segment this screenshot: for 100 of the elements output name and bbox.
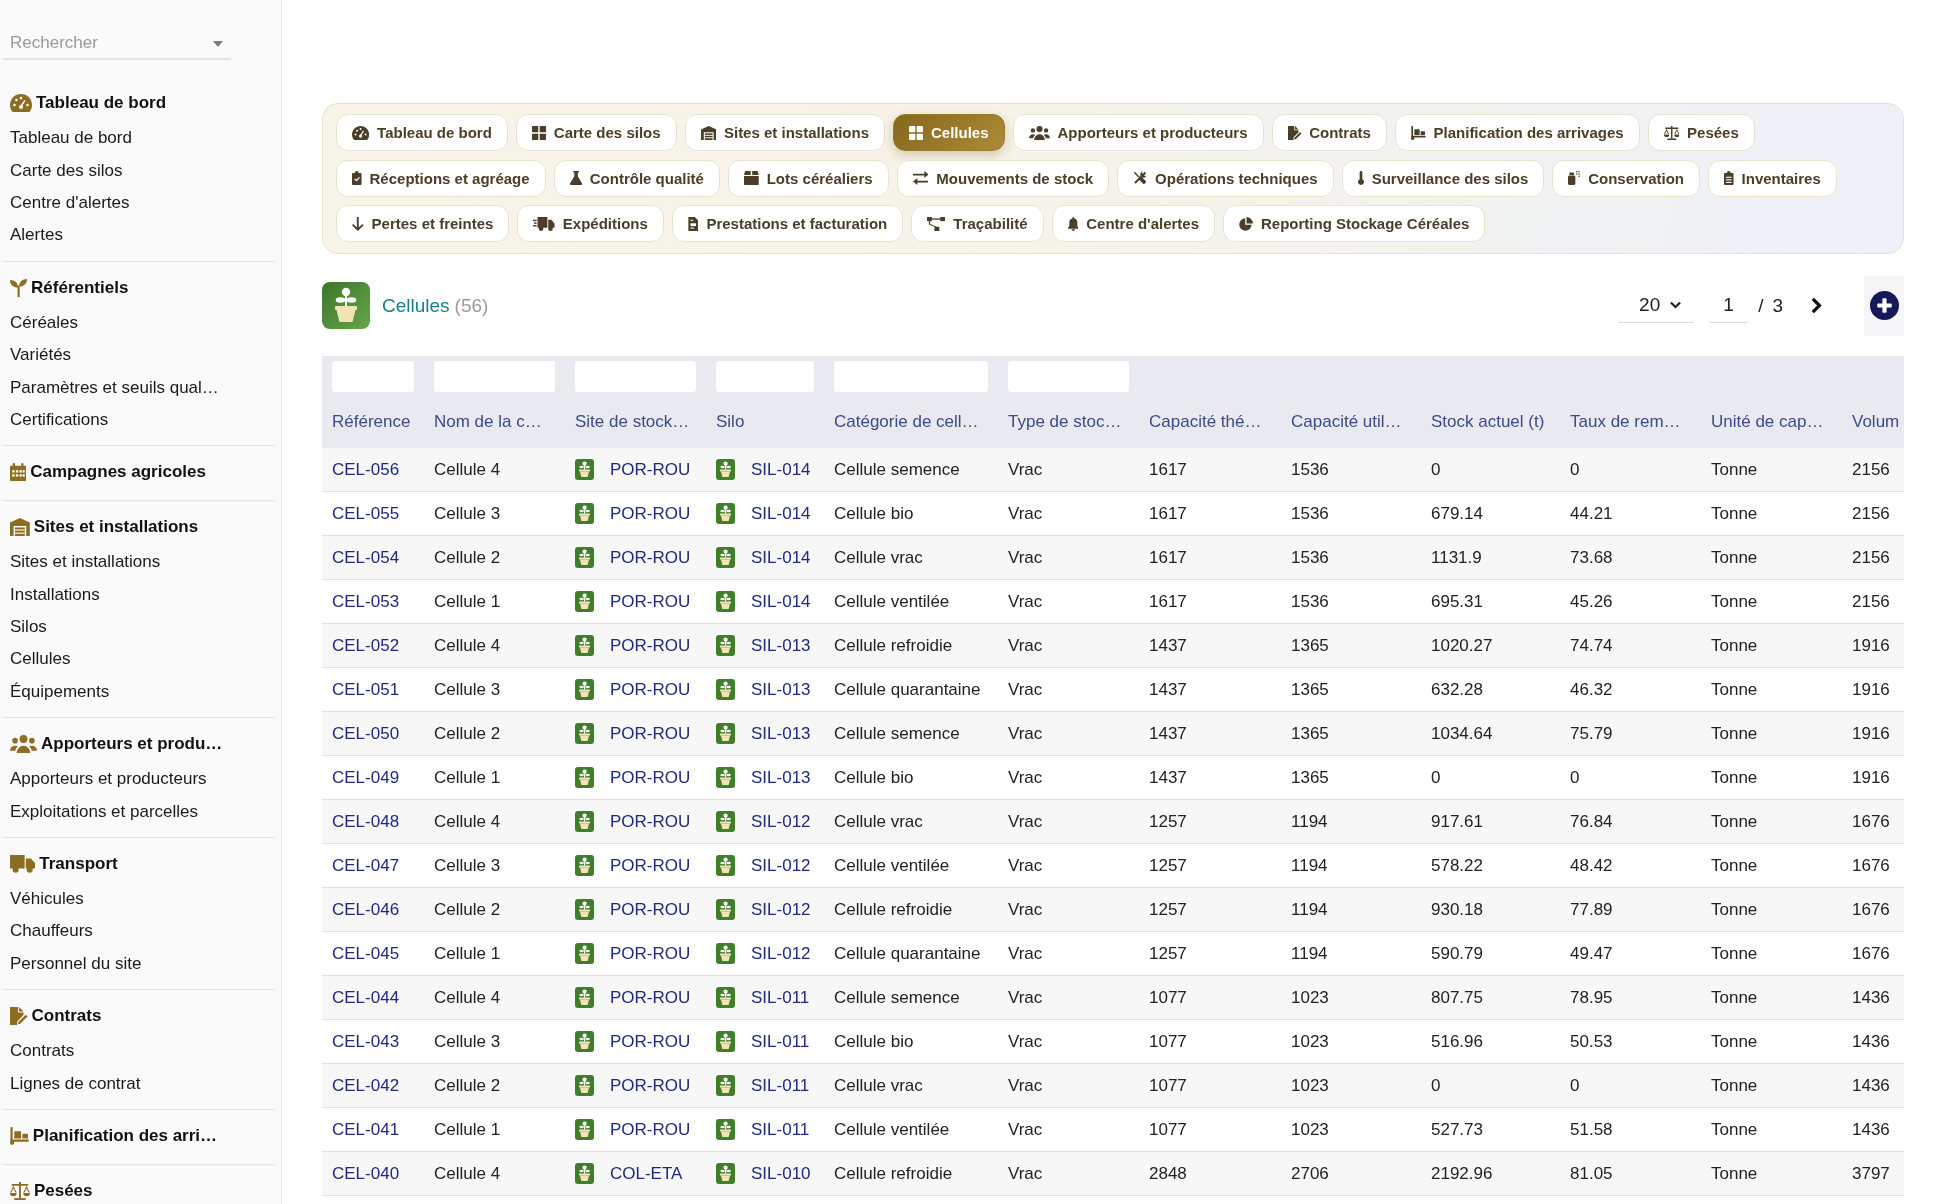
record-link[interactable]: SIL-011 xyxy=(751,987,810,1008)
record-link[interactable]: POR-ROU xyxy=(610,987,691,1008)
record-link[interactable]: CEL-050 xyxy=(332,723,400,744)
column-header[interactable]: Référence xyxy=(332,412,411,432)
column-header[interactable]: Unité de cap… xyxy=(1711,412,1824,432)
record-link[interactable]: CEL-046 xyxy=(332,899,400,920)
record-link[interactable]: POR-ROU xyxy=(610,855,691,876)
record-link[interactable]: CEL-054 xyxy=(332,547,400,568)
record-link[interactable]: CEL-056 xyxy=(332,459,400,480)
record-link[interactable]: CEL-053 xyxy=(332,591,400,612)
column-header[interactable]: Nom de la c… xyxy=(434,412,542,432)
column-header[interactable]: Capacité thé… xyxy=(1149,412,1262,432)
record-link[interactable]: POR-ROU xyxy=(610,591,691,612)
column-header[interactable]: Type de stoc… xyxy=(1008,412,1122,432)
module-tab[interactable]: Prestations et facturation xyxy=(671,205,904,242)
sidebar-link[interactable]: Apporteurs et producteurs xyxy=(3,763,207,796)
sidebar-group-link[interactable]: Apporteurs et produ… xyxy=(3,728,223,761)
record-link[interactable]: POR-ROU xyxy=(610,503,691,524)
sidebar-link[interactable]: Contrats xyxy=(3,1035,75,1068)
record-link[interactable]: CEL-042 xyxy=(332,1075,400,1096)
record-link[interactable]: SIL-011 xyxy=(751,1075,810,1096)
module-tab[interactable]: Sites et installations xyxy=(684,114,885,151)
sidebar-link[interactable]: Paramètres et seuils qual… xyxy=(3,371,219,404)
sidebar-link[interactable]: Alertes xyxy=(3,219,63,252)
record-link[interactable]: SIL-012 xyxy=(751,899,811,920)
record-link[interactable]: COL-ETA xyxy=(610,1163,683,1184)
sidebar-link[interactable]: Cellules xyxy=(3,643,71,676)
module-tab[interactable]: Carte des silos xyxy=(515,114,677,151)
sidebar-link[interactable]: Lignes de contrat xyxy=(3,1067,141,1100)
record-link[interactable]: SIL-014 xyxy=(751,591,811,612)
sidebar-group-link[interactable]: Contrats xyxy=(3,1000,102,1033)
record-link[interactable]: POR-ROU xyxy=(610,459,691,480)
sidebar-link[interactable]: Silos xyxy=(3,610,47,644)
record-link[interactable]: CEL-047 xyxy=(332,855,400,876)
record-link[interactable]: SIL-012 xyxy=(751,943,811,964)
record-link[interactable]: SIL-011 xyxy=(751,1119,810,1140)
record-link[interactable]: CEL-040 xyxy=(332,1163,400,1184)
record-link[interactable]: POR-ROU xyxy=(610,679,691,700)
record-link[interactable]: SIL-011 xyxy=(751,1031,810,1052)
record-link[interactable]: CEL-045 xyxy=(332,943,400,964)
column-header[interactable]: Volum xyxy=(1852,412,1900,432)
column-header[interactable]: Capacité util… xyxy=(1291,412,1402,432)
record-link[interactable]: POR-ROU xyxy=(610,723,691,744)
module-tab[interactable]: Pertes et freintes xyxy=(336,205,510,242)
record-link[interactable]: SIL-010 xyxy=(751,1163,811,1184)
page-size-select[interactable]: 20 xyxy=(1618,288,1695,323)
record-link[interactable]: SIL-014 xyxy=(751,459,811,480)
sidebar-link[interactable]: Équipements xyxy=(3,675,110,709)
sidebar-group-link[interactable]: Tableau de bord xyxy=(3,87,167,119)
sidebar-group-link[interactable]: Sites et installations xyxy=(3,511,199,544)
module-tab[interactable]: Opérations techniques xyxy=(1117,159,1334,197)
record-link[interactable]: POR-ROU xyxy=(610,635,691,656)
record-link[interactable]: SIL-013 xyxy=(751,723,811,744)
column-header[interactable]: Site de stock… xyxy=(575,412,690,432)
sidebar-group-link[interactable]: Transport xyxy=(3,847,118,880)
record-link[interactable]: SIL-012 xyxy=(751,855,811,876)
record-link[interactable]: SIL-013 xyxy=(751,679,811,700)
column-header[interactable]: Silo xyxy=(716,412,745,432)
record-link[interactable]: SIL-014 xyxy=(751,547,811,568)
sidebar-group-link[interactable]: Campagnes agricoles xyxy=(3,456,206,489)
record-link[interactable]: POR-ROU xyxy=(610,1119,691,1140)
sidebar-link[interactable]: Centre d'alertes xyxy=(3,186,130,220)
sidebar-group-link[interactable]: Planification des arri… xyxy=(3,1119,218,1152)
search-field[interactable]: Rechercher xyxy=(3,27,231,60)
record-link[interactable]: POR-ROU xyxy=(610,767,691,788)
record-link[interactable]: POR-ROU xyxy=(610,1031,691,1052)
sidebar-link[interactable]: Sites et installations xyxy=(3,546,161,579)
module-tab[interactable]: Planification des arrivages xyxy=(1394,114,1640,151)
module-tab[interactable]: Contrôle qualité xyxy=(553,159,720,197)
module-tab[interactable]: Conservation xyxy=(1552,159,1700,197)
module-tab[interactable]: Lots céréaliers xyxy=(727,159,889,197)
record-link[interactable]: CEL-049 xyxy=(332,767,400,788)
record-link[interactable]: CEL-043 xyxy=(332,1031,400,1052)
module-tab[interactable]: Contrats xyxy=(1271,114,1387,151)
sidebar-link[interactable]: Tableau de bord xyxy=(3,122,132,155)
sidebar-link[interactable]: Variétés xyxy=(3,338,72,372)
column-header[interactable]: Stock actuel (t) xyxy=(1431,412,1545,432)
add-button[interactable] xyxy=(1864,275,1904,336)
record-link[interactable]: SIL-014 xyxy=(751,503,811,524)
module-tab[interactable]: Apporteurs et producteurs xyxy=(1012,114,1264,151)
sidebar-link[interactable]: Installations xyxy=(3,578,100,611)
sidebar-link[interactable]: Véhicules xyxy=(3,882,84,916)
record-link[interactable]: CEL-052 xyxy=(332,635,400,656)
record-link[interactable]: POR-ROU xyxy=(610,547,691,568)
sidebar-group-link[interactable]: Pesées xyxy=(3,1174,93,1204)
module-tab[interactable]: Traçabilité xyxy=(911,205,1044,242)
record-link[interactable]: POR-ROU xyxy=(610,943,691,964)
module-tab[interactable]: Centre d'alertes xyxy=(1051,205,1215,242)
column-header[interactable]: Taux de rem… xyxy=(1570,412,1681,432)
record-link[interactable]: SIL-013 xyxy=(751,635,811,656)
record-link[interactable]: CEL-041 xyxy=(332,1119,400,1140)
module-tab[interactable]: Reporting Stockage Céréales xyxy=(1223,205,1486,242)
sidebar-group-link[interactable]: Référentiels xyxy=(3,271,129,304)
module-tab[interactable]: Pesées xyxy=(1647,114,1755,151)
sidebar-link[interactable]: Chauffeurs xyxy=(3,915,93,948)
module-tab[interactable]: Réceptions et agréage xyxy=(336,159,546,197)
module-tab[interactable]: Surveillance des silos xyxy=(1341,159,1545,197)
record-link[interactable]: CEL-044 xyxy=(332,987,400,1008)
record-link[interactable]: SIL-012 xyxy=(751,811,811,832)
module-tab[interactable]: Inventaires xyxy=(1708,159,1837,197)
